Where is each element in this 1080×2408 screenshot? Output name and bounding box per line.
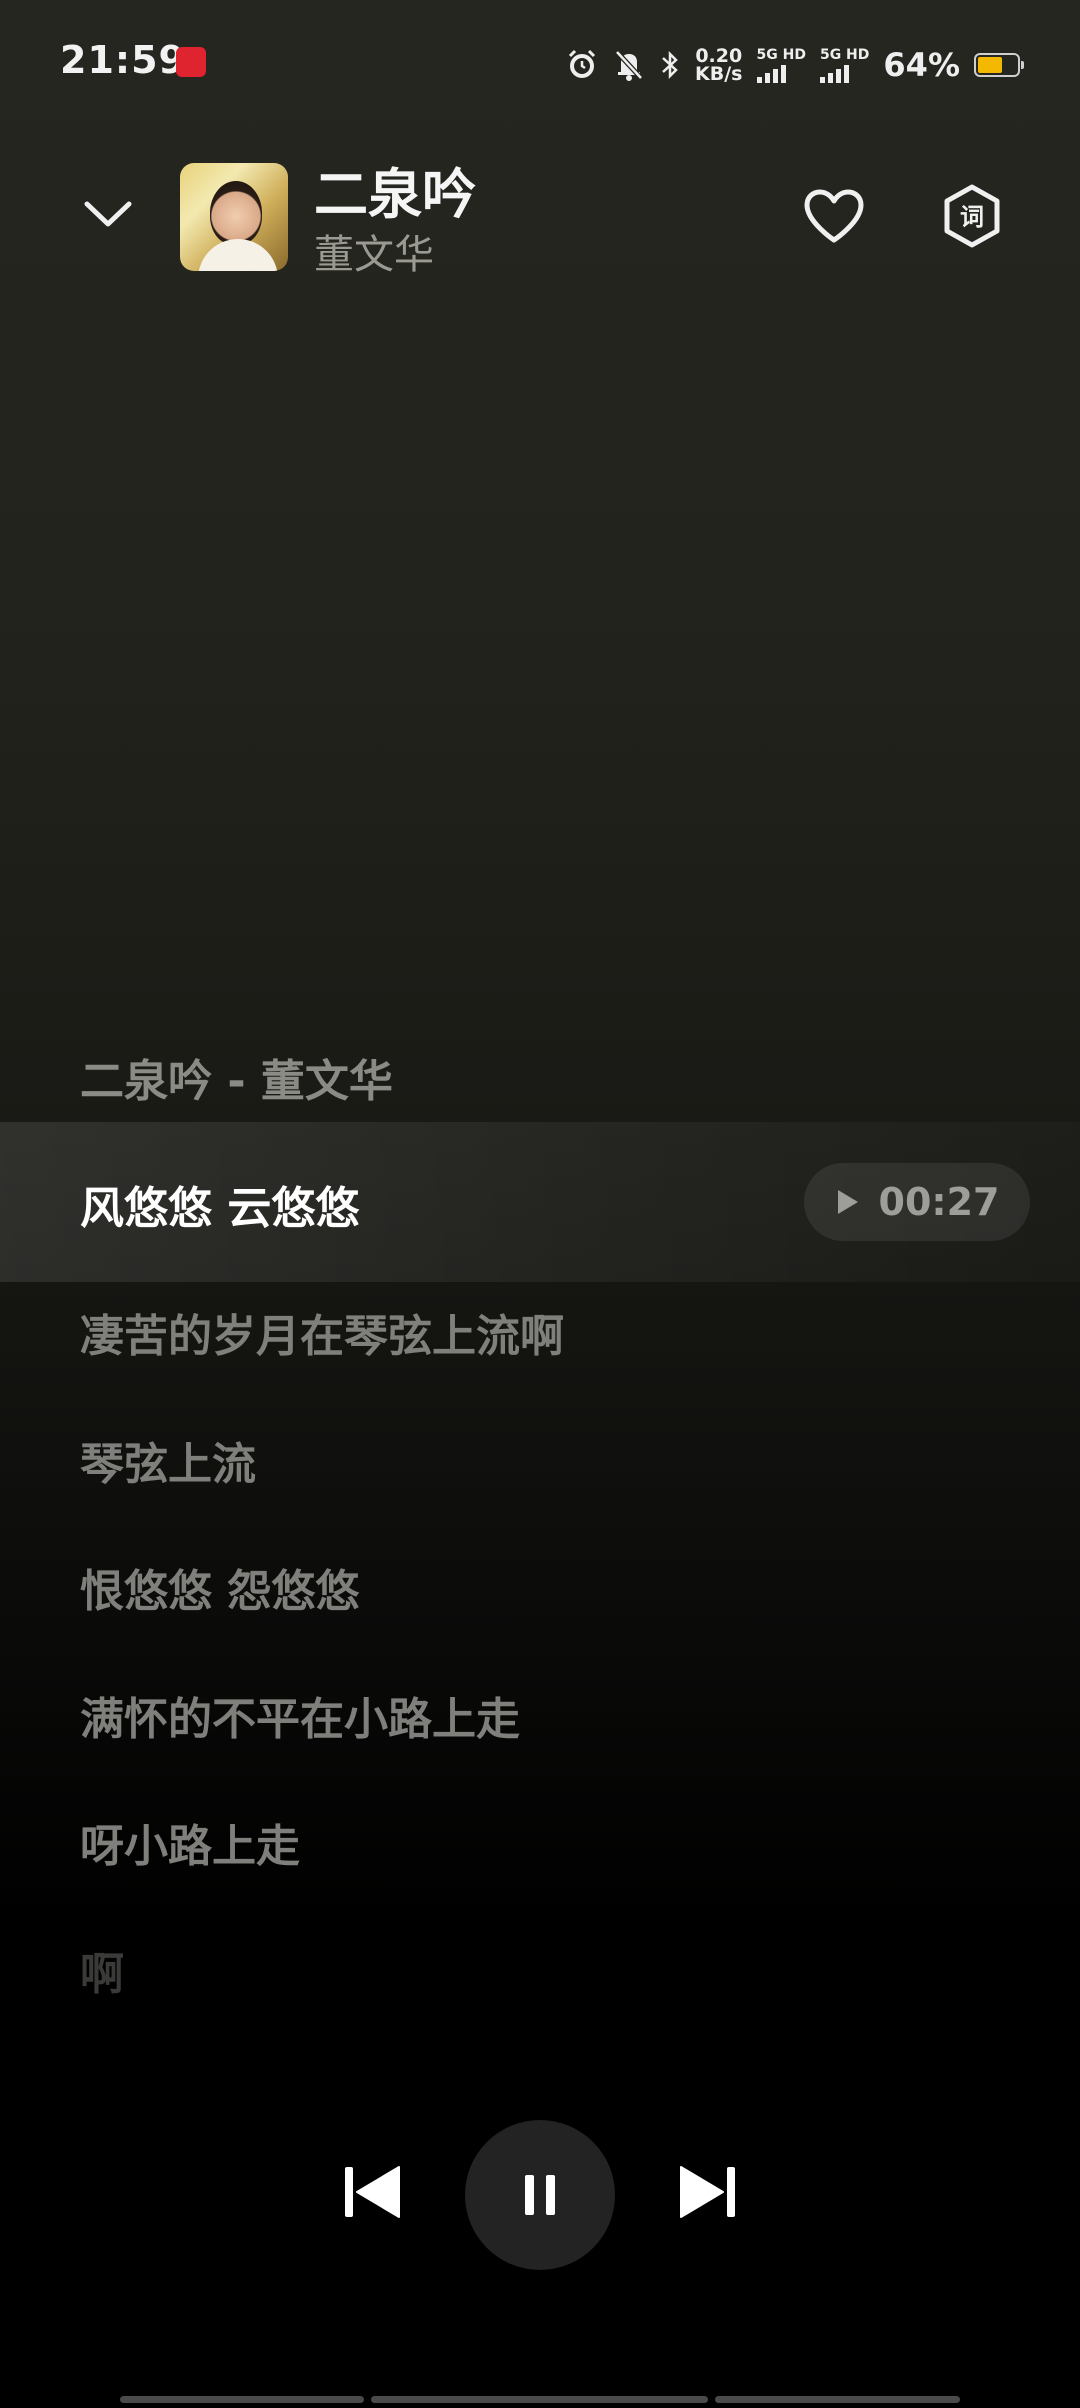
lyric-line[interactable]: 呀小路上走 [80,1810,300,1874]
next-track-button[interactable] [676,2160,740,2224]
collapse-button[interactable] [76,186,140,242]
sim1-signal: 5G HD [756,47,806,83]
play-pause-button[interactable] [465,2120,615,2270]
progress-segment[interactable] [371,2396,708,2403]
battery-fill [978,57,1003,73]
lyric-line[interactable]: 凄苦的岁月在琴弦上流啊 [80,1300,564,1364]
status-icons: 0.20 KB/s 5G HD 5G HD 64% [551,40,1024,90]
lyric-line[interactable]: 恨悠悠 怨悠悠 [80,1555,359,1619]
skip-previous-icon [345,2166,400,2218]
skip-next-icon [680,2166,735,2218]
seek-to-line-button[interactable]: 00:27 [804,1163,1030,1241]
status-time: 21:59 [60,38,186,82]
like-button[interactable] [800,182,868,250]
song-artist[interactable]: 董文华 [314,222,434,280]
lyrics-hexagon-icon: 词 [944,184,1000,248]
bluetooth-icon [659,48,681,82]
battery-icon [974,53,1024,77]
pause-icon [525,2175,555,2215]
network-speed: 0.20 KB/s [695,47,743,85]
sim2-label: 5G HD [819,47,870,63]
lyric-line[interactable]: 满怀的不平在小路上走 [80,1683,520,1747]
lyric-line[interactable]: 啊 [80,1938,124,2002]
lyrics-button-label: 词 [960,203,984,231]
chevron-down-icon [84,201,132,227]
signal-bars-icon [756,65,789,83]
progress-segment[interactable] [120,2396,364,2403]
battery-percent: 64% [883,46,960,84]
active-lyric-line[interactable]: 风悠悠 云悠悠 [80,1172,359,1236]
sim2-signal: 5G HD [819,47,870,83]
status-bar: 21:59 0.20 KB/s 5G HD 5G HD 64% [0,0,1080,130]
lyric-line[interactable]: 琴弦上流 [80,1428,256,1492]
album-cover[interactable] [180,163,288,271]
song-title: 二泉吟 [314,163,476,226]
previous-track-button[interactable] [340,2160,404,2224]
app-notification-icon [176,47,206,77]
alarm-icon [565,48,599,82]
seek-time: 00:27 [878,1180,1000,1224]
signal-bars-icon [819,65,852,83]
lyrics-toggle-button[interactable]: 词 [940,182,1004,250]
network-speed-unit: KB/s [695,63,743,85]
silent-bell-icon [613,48,645,82]
sim1-label: 5G HD [756,47,806,63]
play-icon [837,1190,858,1214]
lyric-header-line[interactable]: 二泉吟 - 董文华 [80,1045,393,1109]
heart-outline-icon [804,189,864,243]
progress-segment[interactable] [715,2396,960,2403]
